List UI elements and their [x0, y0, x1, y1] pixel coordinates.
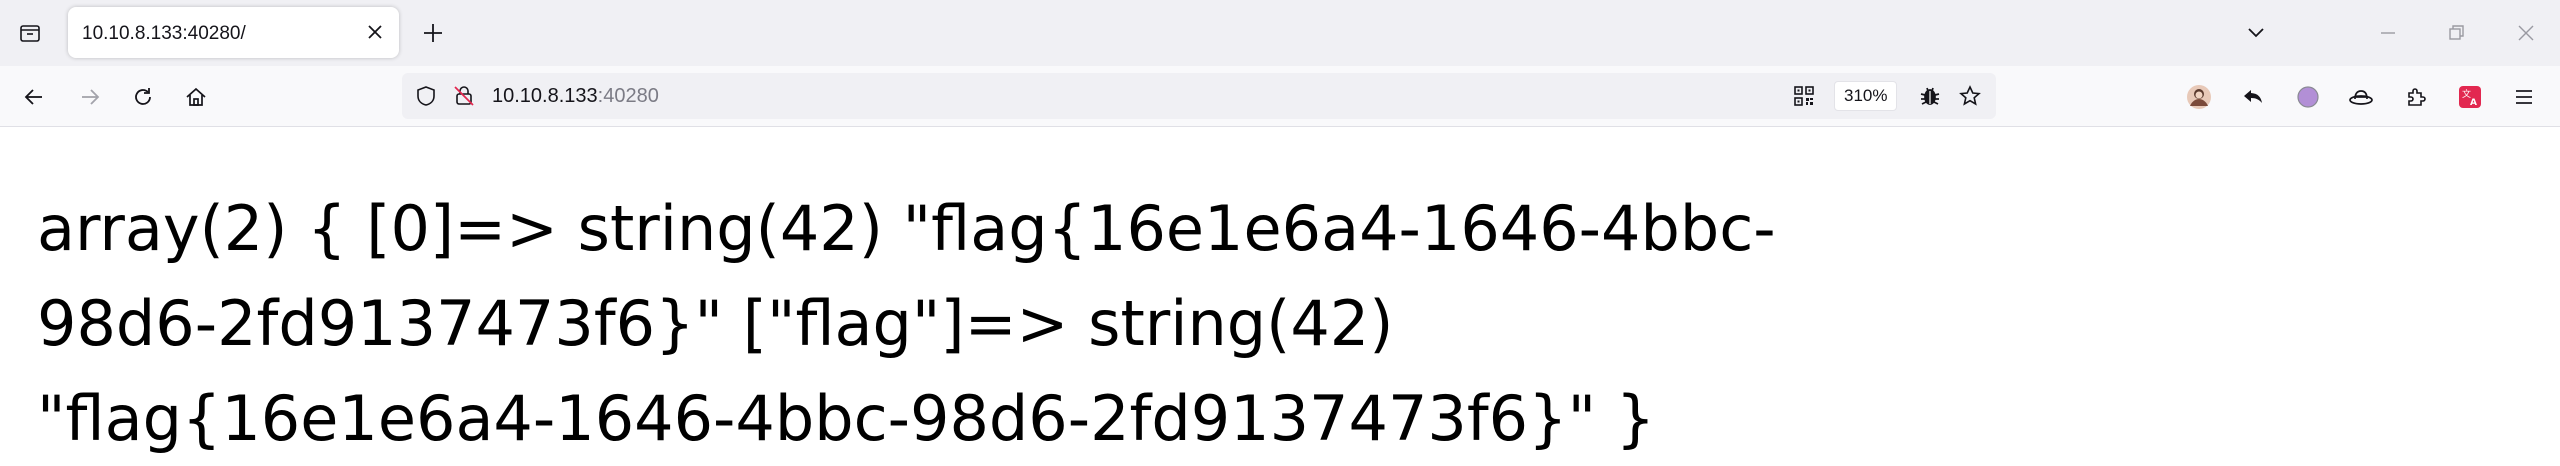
new-tab-button[interactable] — [413, 13, 453, 53]
tab-list-icon — [18, 21, 42, 45]
qr-code-icon — [1793, 85, 1815, 107]
hat-icon — [2348, 86, 2374, 108]
shield-icon — [415, 85, 437, 107]
puzzle-icon — [2405, 86, 2427, 108]
account-button[interactable] — [2179, 77, 2219, 117]
restore-icon — [2447, 24, 2465, 42]
tab-close-button[interactable] — [361, 18, 389, 46]
tab-strip: 10.10.8.133:40280/ — [0, 0, 2560, 66]
dump-line-3: "flag{16e1e6a4-1646-4bbc-98d6-2fd9137473… — [37, 382, 1656, 455]
dump-line-2: 98d6-2fd9137473f6}" ["flag"]=> string(42… — [37, 287, 1394, 360]
translate-icon: 文 A — [2458, 85, 2482, 109]
url-text[interactable]: 10.10.8.133:40280 — [492, 85, 659, 108]
address-bar[interactable]: 10.10.8.133:40280 310% — [402, 73, 1996, 119]
tracking-protection-button[interactable] — [412, 82, 440, 110]
extensions-button[interactable] — [2396, 77, 2436, 117]
tab-title: 10.10.8.133:40280/ — [82, 23, 246, 44]
page-content: array(2) { [0]=> string(42) "flag{16e1e6… — [0, 127, 2560, 465]
bug-icon — [1919, 85, 1941, 107]
back-button[interactable] — [14, 77, 54, 117]
navigation-toolbar: 10.10.8.133:40280 310% 文 A — [0, 66, 2560, 127]
bookmark-button[interactable] — [1956, 82, 1984, 110]
zoom-reset-button[interactable]: 310% — [1834, 81, 1898, 111]
window-restore-button[interactable] — [2434, 13, 2478, 53]
dump-line-1: array(2) { [0]=> string(42) "flag{16e1e6… — [37, 192, 1776, 265]
minimize-icon — [2379, 24, 2397, 42]
home-icon — [185, 86, 207, 108]
arrow-left-icon — [23, 86, 45, 108]
extension-hat-button[interactable] — [2341, 77, 2381, 117]
reload-button[interactable] — [123, 77, 163, 117]
lock-warning-icon — [453, 85, 475, 107]
undo-icon — [2242, 86, 2264, 108]
circle-icon — [2296, 85, 2320, 109]
hamburger-icon — [2513, 86, 2535, 108]
close-icon — [2517, 24, 2535, 42]
close-icon — [366, 23, 384, 41]
url-port: :40280 — [597, 85, 659, 107]
list-all-tabs-button[interactable] — [2236, 13, 2276, 53]
extension-bug-button[interactable] — [1916, 82, 1944, 110]
plus-icon — [422, 22, 444, 44]
forward-button[interactable] — [70, 77, 110, 117]
chevron-down-icon — [2245, 22, 2267, 44]
connection-info-button[interactable] — [450, 82, 478, 110]
window-minimize-button[interactable] — [2366, 13, 2410, 53]
tab-list-button[interactable] — [10, 13, 50, 53]
star-icon — [1959, 85, 1981, 107]
var-dump-output: array(2) { [0]=> string(42) "flag{16e1e6… — [37, 181, 1997, 466]
url-host: 10.10.8.133 — [492, 85, 598, 107]
tab-active[interactable]: 10.10.8.133:40280/ — [68, 7, 399, 58]
arrow-right-icon — [79, 86, 101, 108]
window-close-button[interactable] — [2504, 13, 2548, 53]
undo-close-tab-button[interactable] — [2233, 77, 2273, 117]
reload-icon — [132, 86, 154, 108]
avatar-icon — [2186, 84, 2212, 110]
home-button[interactable] — [176, 77, 216, 117]
extension-circle-button[interactable] — [2288, 77, 2328, 117]
translate-button[interactable]: 文 A — [2450, 77, 2490, 117]
qr-code-button[interactable] — [1790, 82, 1818, 110]
svg-text:A: A — [2470, 98, 2477, 108]
app-menu-button[interactable] — [2504, 77, 2544, 117]
